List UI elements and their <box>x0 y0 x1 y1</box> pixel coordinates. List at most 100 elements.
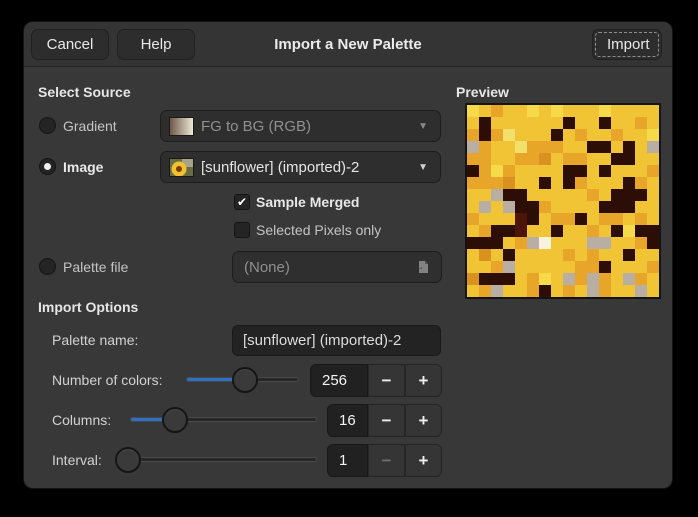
palette-cell <box>563 261 575 273</box>
cancel-button[interactable]: Cancel <box>31 29 109 60</box>
palette-cell <box>467 189 479 201</box>
palette-cell <box>623 249 635 261</box>
palette-cell <box>479 189 491 201</box>
palette-file-radio[interactable] <box>39 258 56 275</box>
palette-file-chooser-button[interactable]: (None) <box>232 251 442 283</box>
chevron-down-icon: ▼ <box>418 121 428 132</box>
palette-cell <box>599 273 611 285</box>
palette-cell <box>479 105 491 117</box>
palette-cell <box>575 201 587 213</box>
minus-button[interactable]: − <box>368 404 405 437</box>
palette-cell <box>563 189 575 201</box>
palette-cell <box>539 225 551 237</box>
palette-cell <box>611 165 623 177</box>
palette-cell <box>479 201 491 213</box>
interval-slider[interactable] <box>115 447 318 473</box>
palette-cell <box>551 153 563 165</box>
palette-cell <box>503 153 515 165</box>
palette-cell <box>527 117 539 129</box>
plus-button[interactable]: + <box>405 404 442 437</box>
palette-cell <box>491 177 503 189</box>
palette-cell <box>599 177 611 189</box>
palette-cell <box>539 105 551 117</box>
columns-slider[interactable] <box>129 407 318 433</box>
number-of-colors-value[interactable]: 256 <box>310 364 368 397</box>
palette-cell <box>563 225 575 237</box>
palette-cell <box>611 129 623 141</box>
minus-button[interactable]: − <box>368 444 405 477</box>
palette-cell <box>467 225 479 237</box>
number-of-colors-spinner: 256 − + <box>310 364 442 397</box>
palette-cell <box>539 165 551 177</box>
palette-cell <box>611 189 623 201</box>
palette-cell <box>539 237 551 249</box>
slider-track[interactable] <box>130 417 317 422</box>
palette-cell <box>623 141 635 153</box>
palette-cell <box>479 225 491 237</box>
palette-cell <box>623 273 635 285</box>
palette-cell <box>467 249 479 261</box>
gradient-combo[interactable]: FG to BG (RGB) ▼ <box>160 110 441 142</box>
palette-cell <box>479 129 491 141</box>
slider-handle[interactable] <box>232 367 258 393</box>
plus-button[interactable]: + <box>405 444 442 477</box>
sample-merged-checkbox[interactable]: ✔ <box>234 194 250 210</box>
palette-cell <box>539 285 551 297</box>
palette-cell <box>467 285 479 297</box>
palette-cell <box>623 177 635 189</box>
palette-cell <box>551 237 563 249</box>
palette-cell <box>515 189 527 201</box>
image-radio-label: Image <box>63 158 103 176</box>
palette-cell <box>587 213 599 225</box>
palette-cell <box>515 249 527 261</box>
palette-cell <box>503 273 515 285</box>
palette-cell <box>467 177 479 189</box>
palette-cell <box>611 117 623 129</box>
number-of-colors-slider[interactable] <box>185 367 300 393</box>
plus-button[interactable]: + <box>405 364 442 397</box>
palette-cell <box>623 237 635 249</box>
palette-cell <box>551 105 563 117</box>
palette-cell <box>551 273 563 285</box>
palette-name-input[interactable]: [sunflower] (imported)-2 <box>232 325 441 356</box>
palette-cell <box>551 141 563 153</box>
palette-cell <box>467 261 479 273</box>
palette-cell <box>587 237 599 249</box>
palette-cell <box>563 249 575 261</box>
palette-cell <box>563 273 575 285</box>
image-combo[interactable]: [sunflower] (imported)-2 ▼ <box>160 151 441 183</box>
palette-cell <box>467 117 479 129</box>
gradient-radio[interactable] <box>39 117 56 134</box>
import-button[interactable]: Import <box>592 29 662 60</box>
palette-cell <box>563 177 575 189</box>
palette-cell <box>611 201 623 213</box>
palette-cell <box>527 249 539 261</box>
palette-cell <box>647 261 659 273</box>
image-radio[interactable] <box>39 158 56 175</box>
palette-cell <box>551 201 563 213</box>
columns-value[interactable]: 16 <box>327 404 368 437</box>
palette-cell <box>503 129 515 141</box>
palette-cell <box>623 285 635 297</box>
palette-cell <box>575 129 587 141</box>
slider-handle[interactable] <box>115 447 141 473</box>
palette-cell <box>479 165 491 177</box>
palette-cell <box>491 273 503 285</box>
slider-handle[interactable] <box>162 407 188 433</box>
palette-cell <box>527 261 539 273</box>
palette-cell <box>587 165 599 177</box>
palette-cell <box>515 141 527 153</box>
slider-track[interactable] <box>116 457 317 462</box>
interval-value[interactable]: 1 <box>327 444 368 477</box>
palette-cell <box>623 225 635 237</box>
palette-cell <box>503 285 515 297</box>
palette-cell <box>575 153 587 165</box>
palette-cell <box>647 153 659 165</box>
palette-cell <box>467 201 479 213</box>
selected-pixels-only-checkbox[interactable] <box>234 222 250 238</box>
palette-cell <box>539 189 551 201</box>
minus-button[interactable]: − <box>368 364 405 397</box>
palette-cell <box>539 141 551 153</box>
chevron-down-icon: ▼ <box>418 162 428 173</box>
palette-cell <box>611 141 623 153</box>
